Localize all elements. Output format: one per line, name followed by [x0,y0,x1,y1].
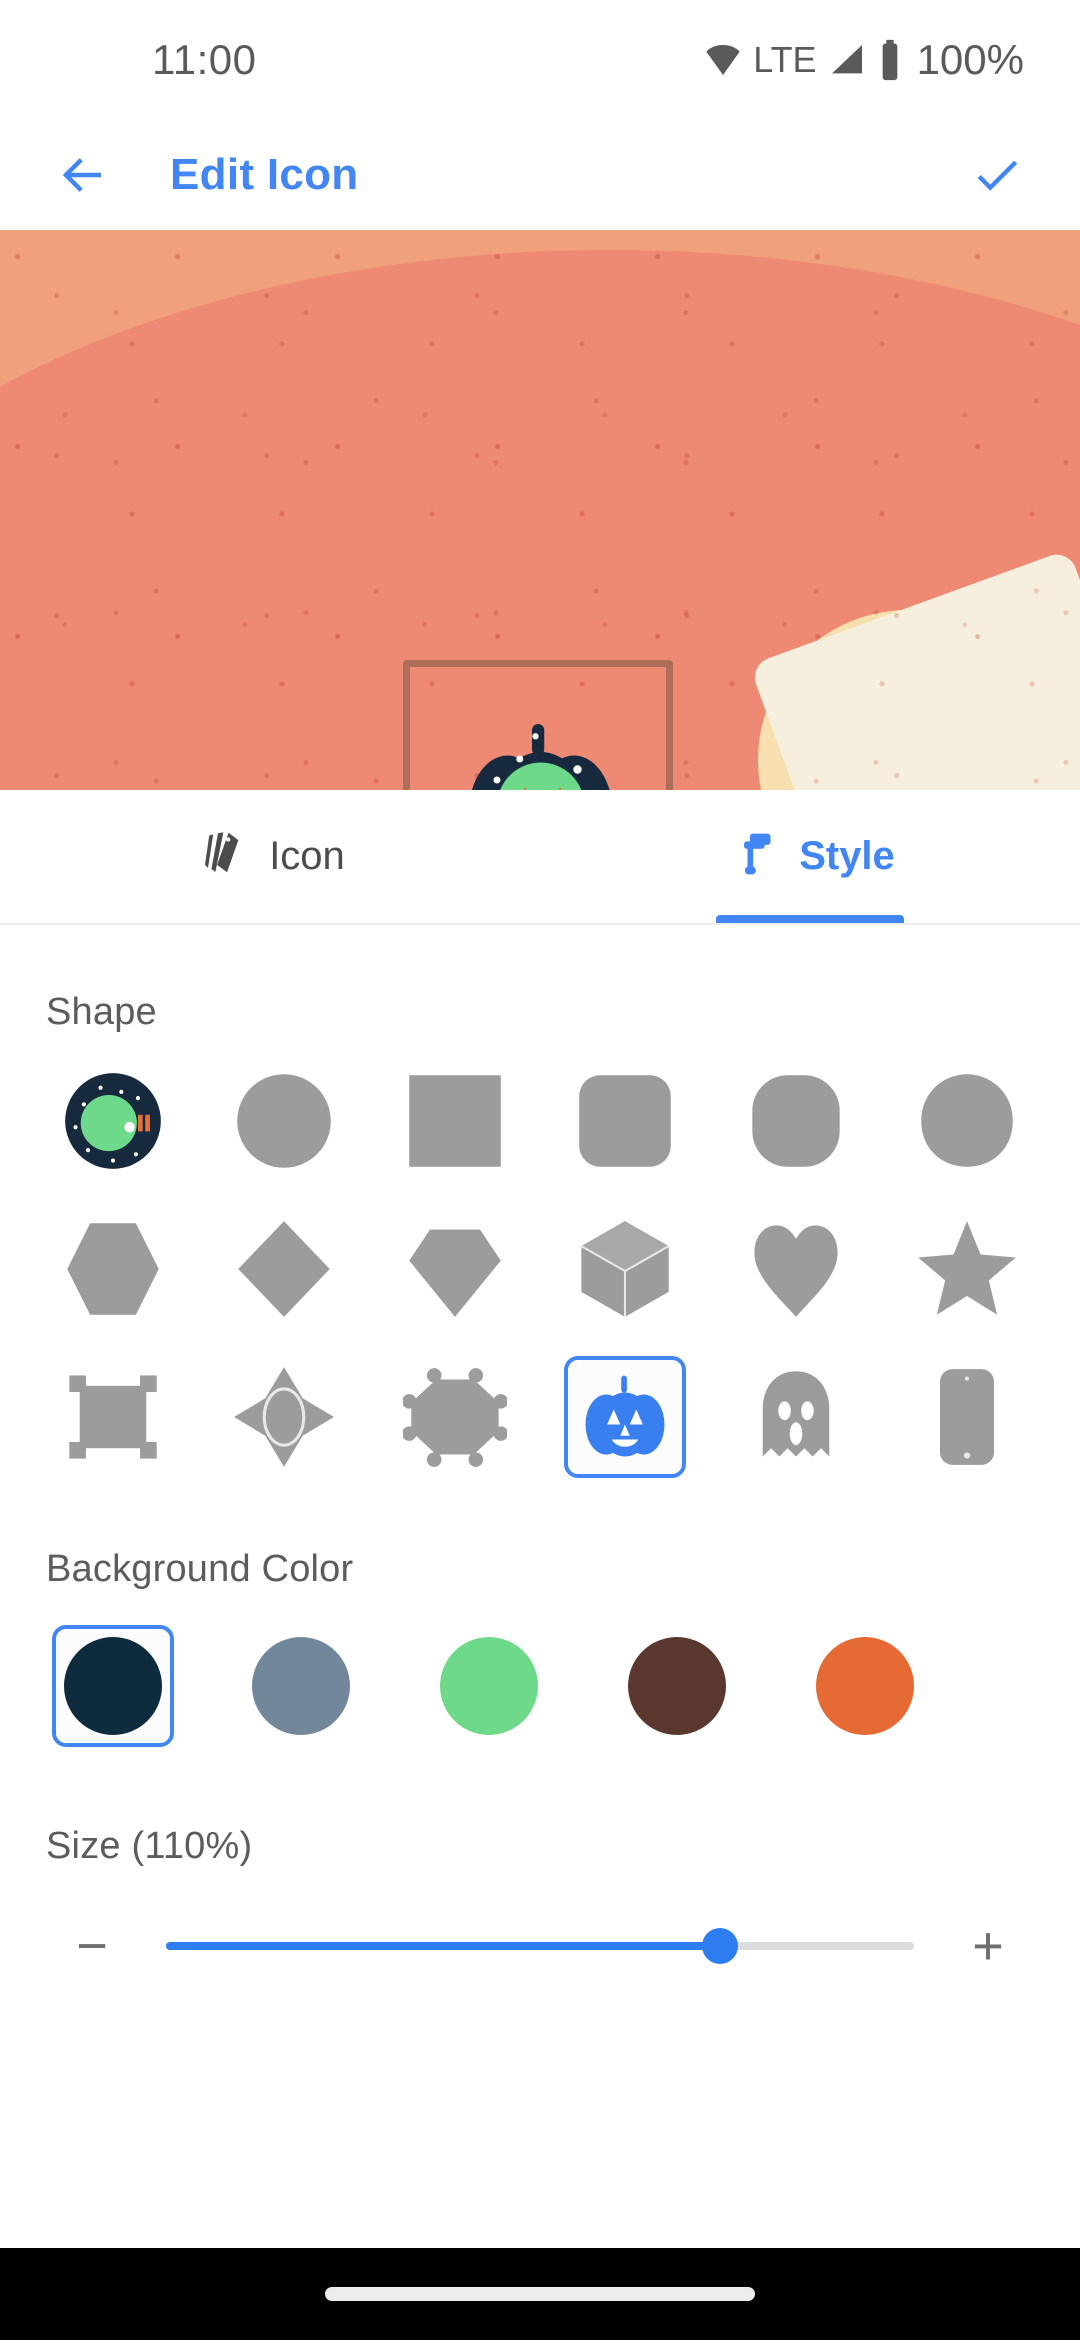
network-type-label: LTE [753,39,817,80]
shape-section: Shape [0,925,1080,1478]
size-section: Size (110%) − + [0,1747,1080,1986]
pumpkin-preview-icon[interactable] [455,710,630,790]
compass-burst-shape[interactable] [223,1356,345,1478]
tab-icon[interactable]: Icon [0,790,540,923]
background-color-section: Background Color [0,1478,1080,1747]
circle-shape[interactable] [223,1060,345,1182]
size-slider[interactable] [166,1923,914,1969]
crop-frame-shape[interactable] [52,1356,174,1478]
slider-track-fill [166,1942,720,1950]
status-bar-time: 11:00 [152,36,257,83]
swatch-dark-navy[interactable] [52,1625,174,1747]
slider-thumb[interactable] [701,1928,738,1964]
status-bar-indicators: LTE 100% [703,36,1024,84]
battery-percent-label: 100% [916,36,1024,83]
rounded-square-shape[interactable] [564,1060,686,1182]
ghost-shape[interactable] [735,1356,857,1478]
page-title: Edit Icon [170,150,359,199]
size-slider-row: − + [0,1906,1080,1986]
shape-section-title: Shape [46,991,157,1033]
teardrop-shape[interactable] [906,1060,1028,1182]
size-increase-button[interactable]: + [948,1906,1028,1986]
swatch-brown[interactable] [616,1625,738,1747]
hexagon-shape[interactable] [52,1208,174,1330]
tab-style[interactable]: Style [540,790,1080,923]
wifi-icon [703,40,743,80]
tab-style-label: Style [799,834,895,878]
paint-roller-icon [725,828,777,885]
background-color-title: Background Color [46,1548,354,1590]
swatch-green[interactable] [428,1625,550,1747]
heart-shape[interactable] [735,1208,857,1330]
square-shape[interactable] [394,1060,516,1182]
shape-row-1 [0,1060,1080,1182]
cube-shape[interactable] [564,1208,686,1330]
cellular-signal-icon [827,40,867,80]
dotted-octagon-shape[interactable] [394,1356,516,1478]
battery-full-icon [877,38,903,82]
layers-icon [195,828,247,885]
size-section-title: Size (110%) [46,1825,253,1867]
tab-active-underline [716,915,904,923]
app-bar: Edit Icon [0,120,1080,230]
gesture-pill[interactable] [325,2287,755,2301]
swatch-slate-blue[interactable] [240,1625,362,1747]
star-shape[interactable] [906,1208,1028,1330]
status-bar: 11:00 LTE 100% [0,0,1080,120]
squircle-shape[interactable] [735,1060,857,1182]
background-color-swatches [0,1625,1080,1747]
back-arrow-icon[interactable] [46,138,120,212]
shape-row-2 [0,1208,1080,1330]
phone-shape[interactable] [906,1356,1028,1478]
checkmark-icon[interactable] [960,138,1034,212]
system-navigation-bar [0,2248,1080,2340]
gem-shape[interactable] [394,1208,516,1330]
editor-tabs: Icon Style [0,790,1080,925]
pumpkin-shape[interactable] [564,1356,687,1478]
size-decrease-button[interactable]: − [52,1906,132,1986]
app-screen: 11:00 LTE 100% Edit Icon Icon Style Shap… [0,0,1080,2340]
diamond-shape[interactable] [223,1208,345,1330]
tab-icon-label: Icon [269,834,345,878]
icon-preview-area[interactable] [0,230,1080,790]
swatch-orange[interactable] [804,1625,926,1747]
shape-row-3 [0,1356,1080,1478]
current-pumpkin-circle-shape[interactable] [52,1060,174,1182]
